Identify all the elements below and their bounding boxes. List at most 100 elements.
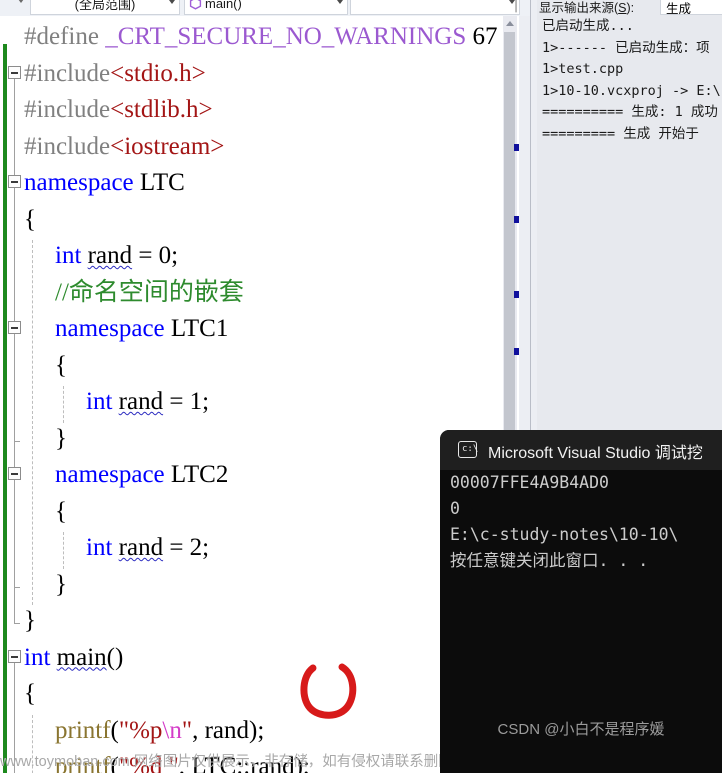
- chevron-down-icon: [337, 0, 343, 4]
- output-source-dropdown[interactable]: 生成: [660, 0, 722, 16]
- page-watermark: www.toymoban.com 网络图片仅供展示，非存储，如有侵权请联系删除。: [0, 754, 440, 770]
- code-token: (): [106, 643, 124, 671]
- scrollbar-thumb[interactable]: [504, 32, 515, 436]
- code-line[interactable]: int rand = 1;: [24, 384, 531, 421]
- fold-collapse-icon[interactable]: [8, 65, 21, 79]
- output-line: 已启动生成...: [542, 18, 634, 34]
- method-purple-icon: [189, 0, 202, 10]
- code-line[interactable]: #include<stdlib.h>: [24, 92, 531, 129]
- code-token: = 2;: [163, 534, 210, 561]
- fold-region-end: [14, 623, 20, 624]
- code-line[interactable]: #include<stdio.h>: [24, 56, 531, 93]
- code-line[interactable]: namespace LTC: [24, 165, 531, 202]
- code-line[interactable]: #include<iostream>: [24, 129, 531, 166]
- code-token: int: [86, 388, 113, 415]
- code-token: (: [110, 716, 119, 744]
- fold-collapse-icon[interactable]: [8, 649, 21, 663]
- fold-collapse-icon[interactable]: [8, 321, 21, 334]
- code-token: LTC1: [164, 315, 229, 342]
- code-token: LTC2: [164, 461, 229, 488]
- nav-back-arrow-icon[interactable]: [18, 0, 24, 3]
- code-token: <stdio.h>: [110, 59, 206, 87]
- output-line: ========== 生成: 1 成功: [542, 104, 718, 120]
- code-token: <stdlib.h>: [110, 96, 213, 123]
- fold-collapse-icon[interactable]: [8, 175, 21, 188]
- code-line[interactable]: //命名空间的嵌套: [24, 275, 531, 312]
- code-token: = 0;: [132, 242, 179, 269]
- code-token: {: [55, 351, 67, 379]
- code-token: #define: [24, 23, 106, 50]
- code-token: namespace: [55, 461, 165, 488]
- code-token: main: [56, 643, 107, 671]
- code-token: int: [24, 643, 51, 671]
- console-terminal-icon: c:\: [458, 441, 478, 458]
- csdn-watermark: CSDN @小白不是程序媛: [497, 721, 665, 738]
- pin-dock-icon[interactable]: ⏐: [506, 0, 526, 15]
- code-token: namespace: [24, 169, 134, 196]
- code-line[interactable]: #define _CRT_SECURE_NO_WARNINGS 67: [24, 19, 531, 56]
- scroll-up-arrow-icon[interactable]: [503, 16, 517, 31]
- code-token: int: [86, 534, 113, 561]
- output-line: ========= 生成 开始于: [542, 125, 699, 142]
- console-title-text: Microsoft Visual Studio 调试挖: [488, 445, 703, 462]
- code-token: //命名空间的嵌套: [55, 278, 244, 306]
- code-token: #include: [24, 59, 111, 87]
- code-token: = 1;: [163, 388, 210, 415]
- code-token: _CRT_SECURE_NO_WARNINGS: [105, 23, 467, 50]
- fold-collapse-icon[interactable]: [8, 467, 21, 480]
- chevron-down-icon: [169, 0, 175, 4]
- code-token: int: [55, 242, 82, 269]
- output-source-value: 生成: [666, 2, 692, 16]
- code-token: rand: [87, 242, 133, 269]
- code-token: "%p: [118, 716, 163, 744]
- output-panel-body[interactable]: 已启动生成... 1>------ 已启动生成：项 1>test.cpp 1>10-1…: [537, 16, 722, 145]
- member-dropdown[interactable]: main(): [184, 0, 348, 15]
- output-source-label: 显示输出来源(S):: [539, 1, 635, 15]
- indent-guide: [32, 714, 33, 773]
- console-line: 00007FFE4A9B4AD0: [450, 473, 609, 492]
- scope-dropdown[interactable]: (全局范围): [30, 0, 180, 15]
- code-token: }: [55, 424, 67, 452]
- code-token: printf: [55, 716, 111, 744]
- output-line: 1>------ 已启动生成：项: [542, 39, 710, 56]
- code-token: rand: [118, 388, 164, 415]
- code-token: {: [55, 497, 67, 525]
- member-dropdown-label: main(): [205, 0, 242, 11]
- code-line[interactable]: {: [24, 202, 531, 239]
- code-token: {: [24, 680, 36, 707]
- code-line[interactable]: namespace LTC1: [24, 311, 531, 348]
- code-token: }: [24, 607, 36, 634]
- indent-guide: [32, 240, 33, 605]
- code-token: \n: [162, 716, 182, 744]
- code-token: rand: [118, 534, 164, 561]
- code-token: {: [24, 205, 36, 233]
- code-token: #include: [24, 132, 111, 160]
- output-line: 1>10-10.vcxproj -> E:\: [542, 82, 721, 99]
- code-token: 67: [466, 23, 498, 50]
- fold-region-line: [14, 334, 15, 441]
- console-title-bar[interactable]: c:\ Microsoft Visual Studio 调试挖 ✕: [440, 430, 722, 470]
- code-line[interactable]: int rand = 0;: [24, 238, 531, 275]
- scope-dropdown-label: (全局范围): [74, 0, 136, 12]
- code-line[interactable]: {: [24, 348, 531, 385]
- console-line: E:\c-study-notes\10-10\: [450, 525, 679, 544]
- console-line: 按任意键关闭此窗口. . .: [450, 551, 649, 570]
- fold-region-end: [14, 586, 20, 588]
- indent-guide: [63, 386, 64, 423]
- code-token: <iostream>: [110, 132, 225, 160]
- toolbar-extra-combo[interactable]: [350, 0, 520, 15]
- code-token: LTC: [133, 169, 185, 196]
- code-token: , rand);: [192, 716, 265, 744]
- output-line: 1>test.cpp: [542, 61, 624, 77]
- indent-guide: [63, 532, 64, 569]
- fold-region-end: [14, 440, 20, 442]
- code-token: #include: [24, 96, 111, 123]
- fold-region-line: [14, 480, 15, 587]
- code-token: ": [181, 716, 193, 744]
- console-line: 0: [450, 499, 460, 518]
- app-root: (全局范围) main() ⏐ #define _CRT_SECURE_NO_W…: [0, 0, 722, 773]
- console-window[interactable]: c:\ Microsoft Visual Studio 调试挖 ✕ 00007F…: [440, 430, 722, 773]
- code-token: namespace: [55, 315, 165, 342]
- code-token: }: [55, 570, 67, 598]
- console-output: 00007FFE4A9B4AD0 0 E:\c-study-notes\10-10\…: [440, 470, 722, 574]
